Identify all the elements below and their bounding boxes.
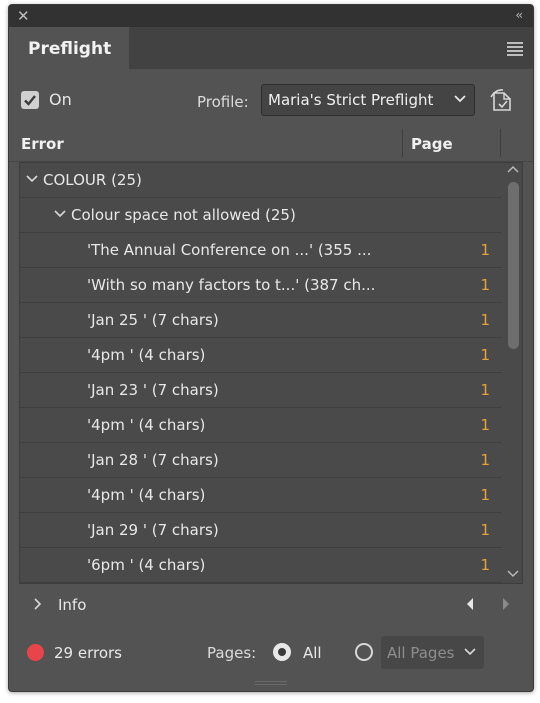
radio-page-range[interactable] bbox=[355, 643, 373, 661]
profile-label: Profile: bbox=[197, 93, 249, 111]
profile-define-icon[interactable] bbox=[490, 87, 514, 113]
column-header: Error Page bbox=[9, 127, 533, 162]
item-page[interactable]: 1 bbox=[480, 416, 490, 434]
scrollbar-thumb[interactable] bbox=[508, 182, 519, 349]
error-status-icon bbox=[27, 644, 44, 661]
item-page[interactable]: 1 bbox=[480, 311, 490, 329]
panel-menu-icon[interactable] bbox=[507, 42, 523, 58]
chevron-down-icon[interactable] bbox=[464, 648, 476, 656]
profile-value: Maria's Strict Preflight bbox=[268, 91, 434, 109]
list-item[interactable]: '4pm ' (4 chars) 1 bbox=[20, 478, 502, 513]
tree-group-colour[interactable]: COLOUR (25) bbox=[20, 163, 502, 198]
scroll-down-icon[interactable] bbox=[507, 568, 519, 578]
list-item[interactable]: '6pm ' (4 chars) 1 bbox=[20, 548, 502, 583]
item-text: '6pm ' (4 chars) bbox=[87, 556, 206, 574]
column-divider[interactable] bbox=[500, 129, 501, 157]
item-page[interactable]: 1 bbox=[480, 486, 490, 504]
item-text: 'Jan 29 ' (7 chars) bbox=[87, 521, 219, 539]
item-page[interactable]: 1 bbox=[480, 451, 490, 469]
list-item[interactable]: 'With so many factors to t...' (387 ch..… bbox=[20, 268, 502, 303]
item-page[interactable]: 1 bbox=[480, 241, 490, 259]
radio-all-pages[interactable] bbox=[273, 643, 291, 661]
on-checkbox[interactable] bbox=[21, 91, 39, 109]
page-range-field[interactable]: All Pages bbox=[381, 636, 484, 669]
item-page[interactable]: 1 bbox=[480, 381, 490, 399]
tab-preflight[interactable]: Preflight bbox=[9, 27, 129, 70]
checkmark-icon bbox=[24, 95, 36, 106]
item-page[interactable]: 1 bbox=[480, 346, 490, 364]
item-text: '4pm ' (4 chars) bbox=[87, 486, 206, 504]
pages-label: Pages: bbox=[207, 644, 257, 662]
column-divider[interactable] bbox=[402, 129, 403, 157]
tree-subgroup-label: Colour space not allowed (25) bbox=[71, 206, 296, 224]
item-text: '4pm ' (4 chars) bbox=[87, 346, 206, 364]
column-page[interactable]: Page bbox=[411, 135, 453, 153]
item-page[interactable]: 1 bbox=[480, 521, 490, 539]
column-error[interactable]: Error bbox=[21, 135, 64, 153]
preflight-toolbar: On Profile: Maria's Strict Preflight bbox=[9, 81, 533, 121]
list-item[interactable]: 'Jan 23 ' (7 chars) 1 bbox=[20, 373, 502, 408]
list-item[interactable]: '4pm ' (4 chars) 1 bbox=[20, 338, 502, 373]
page-range-placeholder: All Pages bbox=[387, 644, 455, 662]
close-icon[interactable]: ✕ bbox=[17, 7, 30, 25]
chevron-down-icon bbox=[54, 210, 66, 218]
tab-bar: Preflight bbox=[9, 27, 533, 70]
item-page[interactable]: 1 bbox=[480, 276, 490, 294]
item-text: 'Jan 28 ' (7 chars) bbox=[87, 451, 219, 469]
profile-dropdown[interactable]: Maria's Strict Preflight bbox=[261, 84, 475, 116]
list-item[interactable]: '4pm ' (4 chars) 1 bbox=[20, 408, 502, 443]
item-text: '4pm ' (4 chars) bbox=[87, 416, 206, 434]
on-label: On bbox=[49, 90, 72, 109]
item-text: 'Jan 23 ' (7 chars) bbox=[87, 381, 219, 399]
item-text: 'Jan 25 ' (7 chars) bbox=[87, 311, 219, 329]
chevron-down-icon bbox=[454, 95, 466, 103]
collapse-icon[interactable]: ‹‹ bbox=[515, 8, 522, 22]
triangle-left-icon[interactable] bbox=[465, 597, 475, 611]
panel-titlebar: ✕ ‹‹ bbox=[9, 5, 533, 27]
info-label: Info bbox=[58, 596, 87, 614]
item-text: 'The Annual Conference on ...' (355 ... bbox=[87, 241, 372, 259]
list-item[interactable]: 'Jan 29 ' (7 chars) 1 bbox=[20, 513, 502, 548]
list-item[interactable]: 'The Annual Conference on ...' (355 ... … bbox=[20, 233, 502, 268]
chevron-right-icon[interactable] bbox=[33, 597, 43, 611]
preflight-panel: ✕ ‹‹ Preflight On Profile: Maria's Stric… bbox=[8, 4, 534, 692]
triangle-right-icon[interactable] bbox=[501, 597, 511, 611]
list-item[interactable]: 'Jan 25 ' (7 chars) 1 bbox=[20, 303, 502, 338]
item-text: 'With so many factors to t...' (387 ch..… bbox=[87, 276, 376, 294]
error-count[interactable]: 29 errors bbox=[54, 644, 122, 662]
all-label: All bbox=[303, 644, 322, 662]
item-page[interactable]: 1 bbox=[480, 556, 490, 574]
resize-grip-icon[interactable] bbox=[255, 681, 287, 687]
chevron-down-icon bbox=[26, 175, 38, 183]
error-list: COLOUR (25) Colour space not allowed (25… bbox=[19, 162, 523, 584]
scroll-up-icon[interactable] bbox=[507, 165, 519, 175]
info-section[interactable]: Info bbox=[9, 591, 533, 619]
tree-group-label: COLOUR (25) bbox=[43, 171, 142, 189]
tree-subgroup-colour-space[interactable]: Colour space not allowed (25) bbox=[20, 198, 502, 233]
list-item[interactable]: 'Jan 28 ' (7 chars) 1 bbox=[20, 443, 502, 478]
status-footer: 29 errors Pages: All All Pages bbox=[9, 633, 533, 673]
